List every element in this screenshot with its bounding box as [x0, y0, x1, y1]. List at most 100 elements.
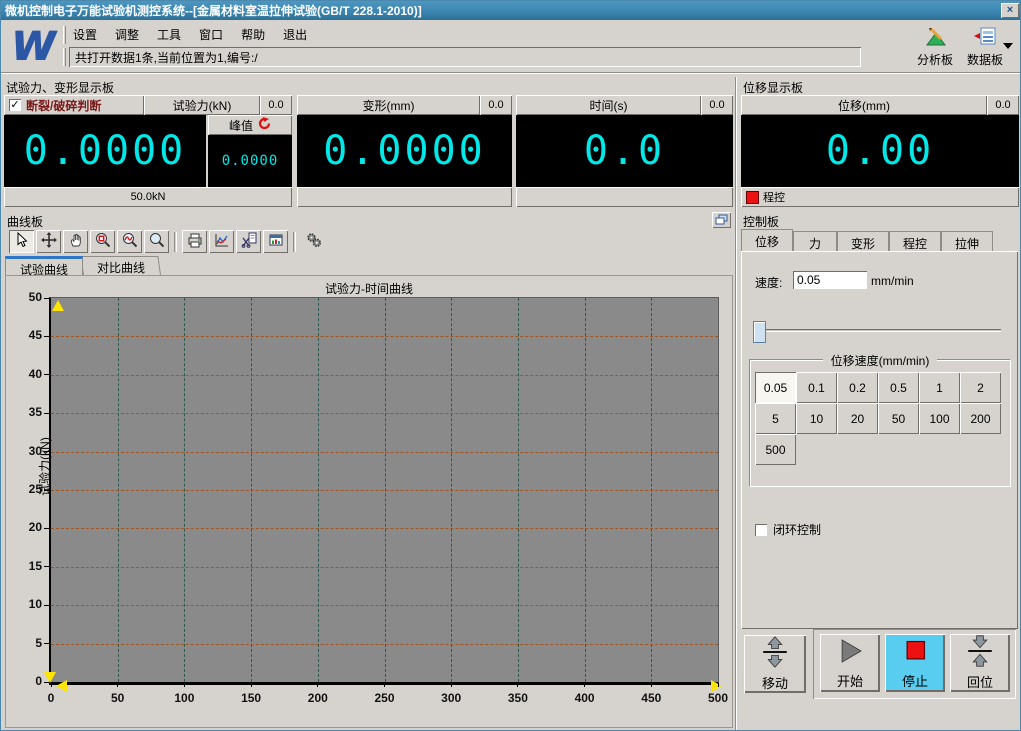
- speed-button-10[interactable]: 10: [796, 403, 837, 434]
- restore-window-icon: [715, 213, 728, 228]
- checkbox-check-icon: ✓: [9, 99, 21, 111]
- move-updown-icon: [758, 636, 792, 671]
- speed-button-20[interactable]: 20: [837, 403, 878, 434]
- printer-button[interactable]: [182, 230, 207, 253]
- deform-display-unit: 变形(mm) 0.0 0.0000: [297, 95, 512, 207]
- snip-curve-button[interactable]: [236, 230, 261, 253]
- y-tick-label: 5: [35, 635, 42, 650]
- curve-tabs: 试验曲线 对比曲线: [5, 256, 162, 277]
- menu-item-2[interactable]: 工具: [149, 24, 189, 45]
- speed-button-0.2[interactable]: 0.2: [837, 372, 878, 403]
- speed-button-500[interactable]: 500: [755, 434, 796, 465]
- close-icon: ×: [1006, 4, 1014, 16]
- displacement-header-button[interactable]: 位移(mm): [741, 95, 987, 115]
- peak-button[interactable]: 峰值: [208, 115, 292, 135]
- deform-lcd: 0.0000: [297, 115, 512, 187]
- closed-loop-checkbox[interactable]: 闭环控制: [755, 521, 821, 538]
- break-judge-checkbox[interactable]: ✓ 断裂/破碎判断: [4, 95, 144, 115]
- start-button[interactable]: 开始: [820, 634, 880, 692]
- menu-item-1[interactable]: 调整: [107, 24, 147, 45]
- control-tab-2[interactable]: 变形: [837, 231, 889, 251]
- y-tick-label: 40: [28, 366, 42, 381]
- x-tick-label: 50: [111, 691, 125, 705]
- pan-hand-button[interactable]: [63, 230, 88, 253]
- time-display-unit: 时间(s) 0.0 0.0: [516, 95, 733, 207]
- control-panel: 控制板 位移力变形程控拉伸 速度: mm/min 位移速度(mm/min) 0.…: [739, 211, 1020, 730]
- curve-tab-0[interactable]: 试验曲线: [5, 256, 84, 277]
- chart-plot[interactable]: 时间(s) 试验力(kN) 05010015020025030035040045…: [29, 290, 728, 705]
- move-cross-button[interactable]: [36, 230, 61, 253]
- horizontal-gridline: [51, 566, 718, 568]
- move-button[interactable]: 移动: [744, 635, 806, 693]
- curve-style-icon: [214, 232, 230, 251]
- x-tick-label: 200: [307, 691, 328, 705]
- start-button-label: 开始: [836, 674, 863, 689]
- home-button-label: 回位: [966, 675, 993, 690]
- peak-label: 峰值: [228, 118, 253, 133]
- zoom-box-button[interactable]: [90, 230, 115, 253]
- home-button[interactable]: 回位: [950, 634, 1010, 692]
- curve-tab-1[interactable]: 对比曲线: [80, 256, 162, 275]
- control-tab-0[interactable]: 位移: [741, 229, 793, 251]
- restore-window-button[interactable]: [712, 212, 731, 228]
- status-text: 共打开数据1条,当前位置为1,编号:/: [75, 50, 258, 65]
- horizontal-gridline: [51, 490, 718, 491]
- horizontal-gridline: [51, 643, 718, 645]
- force-lcd: 0.0000: [4, 115, 206, 187]
- zoom-curve-icon: [122, 232, 138, 251]
- control-tab-3[interactable]: 程控: [889, 231, 941, 251]
- magnifier-button[interactable]: [144, 230, 169, 253]
- deform-header-button[interactable]: 变形(mm): [297, 95, 480, 115]
- data-window-button[interactable]: [263, 230, 288, 253]
- y-tick-label: 25: [28, 482, 42, 496]
- analysis-board-button[interactable]: 分析板: [909, 27, 961, 68]
- zoom-curve-button[interactable]: [117, 230, 142, 253]
- close-button[interactable]: ×: [1001, 3, 1019, 18]
- control-tab-1[interactable]: 力: [793, 231, 837, 251]
- control-tab-content: 速度: mm/min 位移速度(mm/min) 0.050.10.20.512 5…: [741, 251, 1018, 629]
- curve-style-button[interactable]: [209, 230, 234, 253]
- displacement-display-unit: 位移(mm) 0.0 0.00 程控: [741, 95, 1019, 207]
- menu-item-4[interactable]: 帮助: [233, 24, 273, 45]
- return-icon: [963, 635, 997, 670]
- speed-button-0.5[interactable]: 0.5: [878, 372, 919, 403]
- speed-slider-thumb[interactable]: [753, 321, 766, 343]
- speed-button-5[interactable]: 5: [755, 403, 796, 434]
- speed-button-200[interactable]: 200: [960, 403, 1001, 434]
- titlebar: 微机控制电子万能试验机测控系统--[金属材料室温拉伸试验(GB/T 228.1-…: [1, 1, 1020, 20]
- red-refresh-icon[interactable]: [258, 117, 271, 133]
- speed-group-box: 位移速度(mm/min) 0.05 0.1 0.2 0.5 1 2 5 10 20 50 100 20…: [749, 354, 1011, 487]
- speed-button-1[interactable]: 1: [919, 372, 960, 403]
- toolbar-dropdown-arrow-icon[interactable]: [1003, 43, 1013, 49]
- break-judge-label: 断裂/破碎判断: [26, 98, 102, 113]
- status-box: 共打开数据1条,当前位置为1,编号:/: [69, 47, 861, 67]
- speed-button-100[interactable]: 100: [919, 403, 960, 434]
- control-tab-4[interactable]: 拉伸: [941, 231, 993, 251]
- mode-indicator: 程控: [741, 187, 1019, 207]
- speed-button-2[interactable]: 2: [960, 372, 1001, 403]
- force-panel-title: 试验力、变形显示板: [6, 81, 115, 95]
- closed-loop-label: 闭环控制: [773, 523, 822, 537]
- select-cursor-button[interactable]: [9, 230, 34, 253]
- program-control-indicator-icon: [746, 190, 759, 204]
- move-cross-icon: [40, 232, 57, 251]
- horizontal-gridline: [51, 451, 718, 453]
- displacement-header-value: 0.0: [987, 95, 1019, 115]
- y-tick-mark: [44, 489, 49, 491]
- gear-settings-button[interactable]: [301, 230, 326, 253]
- data-board-label: 数据板: [966, 53, 1003, 67]
- menu-item-3[interactable]: 窗口: [191, 24, 231, 45]
- speed-button-50[interactable]: 50: [878, 403, 919, 434]
- speed-slider-track[interactable]: [755, 329, 1001, 332]
- speed-button-0.05[interactable]: 0.05: [755, 372, 796, 403]
- speed-input[interactable]: [793, 271, 867, 289]
- window-title: 微机控制电子万能试验机测控系统--[金属材料室温拉伸试验(GB/T 228.1-…: [5, 4, 422, 18]
- force-header-button[interactable]: 试验力(kN): [144, 95, 260, 115]
- force-range-label: 50.0kN: [4, 187, 292, 207]
- time-header-button[interactable]: 时间(s): [516, 95, 701, 115]
- menu-item-5[interactable]: 退出: [275, 24, 315, 45]
- x-tick-mark: [450, 683, 452, 687]
- menu-item-0[interactable]: 设置: [65, 24, 105, 45]
- speed-button-0.1[interactable]: 0.1: [796, 372, 837, 403]
- stop-button[interactable]: 停止: [885, 634, 945, 692]
